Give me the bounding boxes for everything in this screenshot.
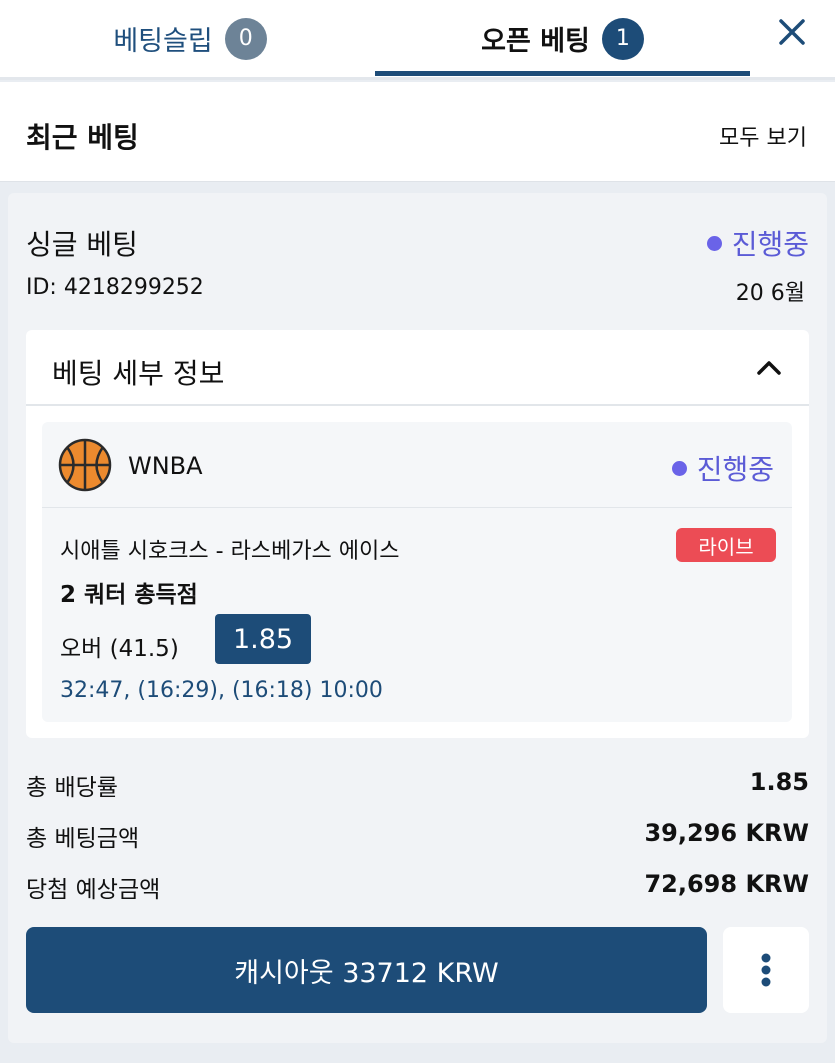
tab-open-bets[interactable]: 오픈 베팅 1	[375, 0, 750, 77]
betslip-count-badge: 0	[224, 17, 267, 60]
bet-details-title: 베팅 세부 정보	[52, 357, 225, 390]
summary-total-odds: 총 배당률 1.85	[26, 768, 809, 802]
bet-status: 진행중	[706, 223, 809, 263]
bet-details-panel: 베팅 세부 정보 WNBA 진행중 시애틀 시호크스 - 라스베가스 에이스 라…	[26, 330, 809, 738]
league-row: WNBA 진행중	[42, 422, 792, 508]
recent-bets-header: 최근 베팅 모두 보기	[0, 82, 835, 182]
top-tab-bar: 베팅슬립 0 오픈 베팅 1	[0, 0, 835, 80]
more-options-button[interactable]	[723, 927, 809, 1013]
summary-label: 총 배당률	[26, 775, 118, 801]
tab-betslip-label: 베팅슬립	[113, 26, 213, 57]
market-name: 2 쿼터 총득점	[60, 582, 198, 608]
summary-value: 39,296 KRW	[644, 819, 809, 847]
bet-id: ID: 4218299252	[26, 275, 204, 300]
view-all-link[interactable]: 모두 보기	[719, 120, 807, 152]
selection-status-label: 진행중	[696, 453, 774, 486]
bet-type: 싱글 베팅	[26, 228, 138, 261]
tab-open-bets-label: 오픈 베팅	[481, 26, 590, 57]
summary-total-stake: 총 베팅금액 39,296 KRW	[26, 819, 809, 853]
bet-status-label: 진행중	[731, 228, 809, 261]
selection-pick: 오버 (41.5)	[60, 636, 179, 662]
live-badge: 라이브	[676, 528, 776, 562]
close-icon	[779, 19, 805, 45]
bet-date: 20 6월	[735, 281, 805, 306]
league-name: WNBA	[128, 452, 203, 480]
close-button[interactable]	[770, 10, 814, 54]
cashout-button[interactable]: 캐시아웃 33712 KRW	[26, 927, 707, 1013]
tab-betslip[interactable]: 베팅슬립 0	[90, 0, 290, 77]
active-tab-indicator	[375, 71, 750, 76]
status-dot-icon	[706, 235, 722, 251]
summary-value: 72,698 KRW	[644, 870, 809, 898]
summary-label: 당첨 예상금액	[26, 877, 161, 903]
more-vertical-icon	[761, 953, 771, 987]
bet-card: 싱글 베팅 진행중 ID: 4218299252 20 6월 베팅 세부 정보 …	[8, 193, 827, 1043]
bet-details-toggle[interactable]: 베팅 세부 정보	[26, 330, 809, 406]
status-dot-icon	[671, 460, 687, 476]
selection-card: WNBA 진행중 시애틀 시호크스 - 라스베가스 에이스 라이브 2 쿼터 총…	[42, 422, 792, 722]
selection-status: 진행중	[671, 448, 774, 488]
basketball-icon	[58, 438, 112, 492]
odds-value: 1.85	[215, 614, 311, 664]
section-title: 최근 베팅	[26, 121, 139, 154]
match-name: 시애틀 시호크스 - 라스베가스 에이스	[60, 539, 400, 564]
summary-potential-win: 당첨 예상금액 72,698 KRW	[26, 870, 809, 904]
live-score-time: 32:47, (16:29), (16:18) 10:00	[60, 678, 383, 703]
summary-value: 1.85	[749, 768, 809, 796]
open-bets-count-badge: 1	[601, 17, 644, 60]
chevron-up-icon	[757, 361, 781, 375]
summary-label: 총 베팅금액	[26, 826, 140, 852]
